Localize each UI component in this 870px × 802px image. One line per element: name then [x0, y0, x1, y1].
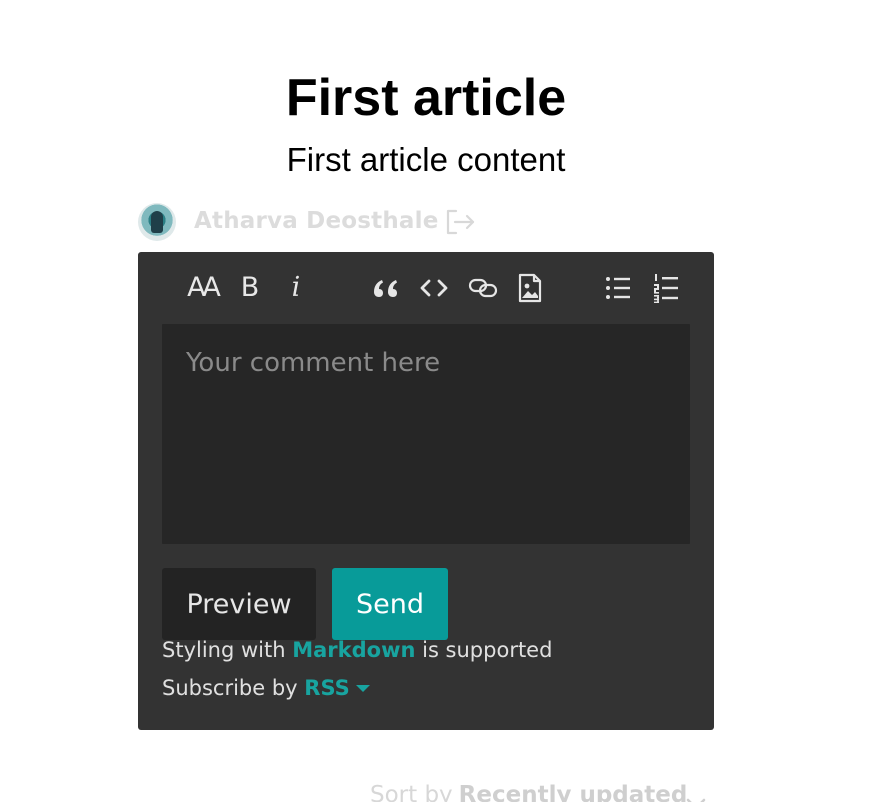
comment-input[interactable] [162, 324, 690, 544]
editor-toolbar: AA B i [138, 252, 714, 324]
sort-value[interactable]: Recently updated [459, 782, 688, 802]
article-title: First article [285, 69, 567, 127]
user-bar: Atharva Deosthale [138, 202, 538, 242]
comment-box [162, 324, 690, 544]
bold-icon[interactable]: B [236, 272, 264, 304]
article-content: First article content [286, 141, 566, 178]
rss-link[interactable]: RSS [304, 676, 370, 700]
markdown-link[interactable]: Markdown [292, 638, 415, 662]
markdown-note-suffix: is supported [422, 638, 553, 662]
sort-control[interactable]: Sort by Recently updated [370, 782, 706, 802]
caret-down-icon [355, 685, 370, 692]
subscribe-prefix: Subscribe by [162, 676, 298, 700]
bullet-list-icon[interactable] [604, 272, 632, 304]
rss-label: RSS [304, 676, 350, 700]
comment-panel: AA B i Your comment here Preview Send St… [138, 252, 714, 730]
image-icon[interactable] [516, 272, 544, 304]
subscribe-rss: Subscribe by RSS [162, 676, 370, 700]
code-icon[interactable] [418, 272, 450, 304]
numbered-list-icon[interactable] [652, 272, 680, 304]
username: Atharva Deosthale [194, 208, 439, 234]
sort-label: Sort by [370, 782, 453, 802]
quote-icon[interactable] [370, 272, 400, 304]
send-button[interactable]: Send [332, 568, 448, 640]
logout-icon[interactable] [444, 208, 476, 236]
avatar [138, 203, 176, 241]
markdown-note-prefix: Styling with [162, 638, 286, 662]
markdown-note: Styling with Markdown is supported [162, 638, 552, 662]
italic-icon[interactable]: i [286, 272, 306, 304]
link-icon[interactable] [466, 272, 500, 304]
chevron-down-icon [684, 792, 708, 802]
heading-icon[interactable]: AA [182, 272, 222, 304]
preview-button[interactable]: Preview [162, 568, 316, 640]
